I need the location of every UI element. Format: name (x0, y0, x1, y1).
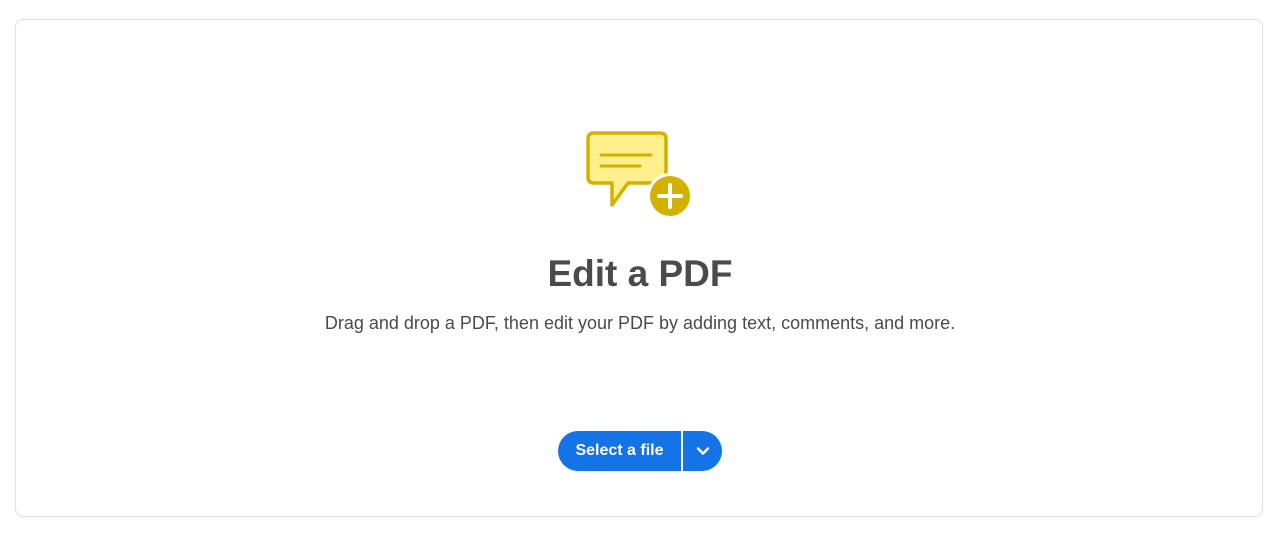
select-file-button[interactable]: Select a file (558, 431, 681, 471)
page-title: Edit a PDF (547, 253, 733, 294)
chevron-down-icon (696, 447, 709, 455)
select-file-button-group: Select a file (558, 431, 722, 471)
select-file-dropdown-button[interactable] (683, 431, 722, 471)
page-subtitle: Drag and drop a PDF, then edit your PDF … (324, 313, 956, 333)
comment-add-icon (586, 131, 692, 219)
